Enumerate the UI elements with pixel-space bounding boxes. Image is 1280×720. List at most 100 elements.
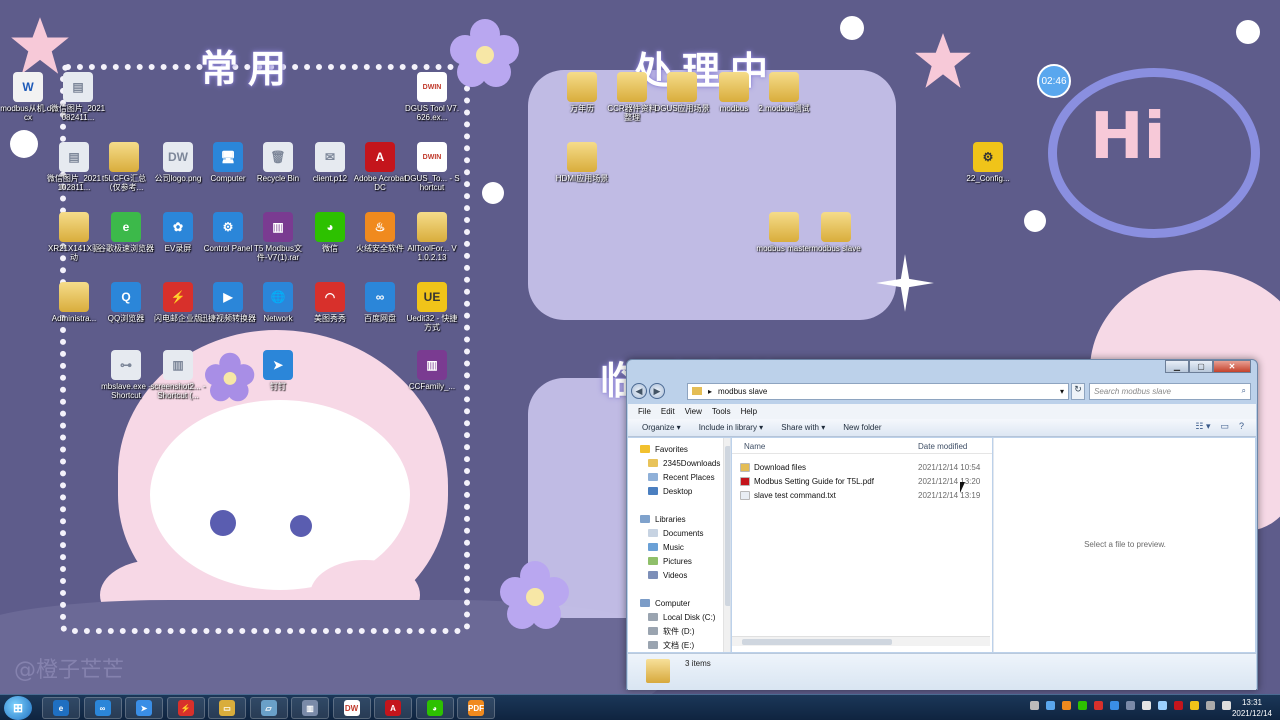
desktop-shortcut[interactable]: AllToolFor... V1.0.2.13 (404, 212, 460, 262)
taskbar-button[interactable]: ∞ (83, 697, 122, 719)
taskbar-button[interactable]: ➤ (125, 697, 163, 719)
tray-input-icon[interactable] (1174, 701, 1183, 710)
desktop-shortcut[interactable]: e 谷歌极速浏览器 (98, 212, 154, 253)
desktop-shortcut[interactable]: ➤ 钉钉 (250, 350, 306, 391)
nav-item[interactable]: Videos (628, 568, 730, 582)
nav-item[interactable]: 软件 (D:) (628, 624, 730, 638)
column-date-modified[interactable]: Date modified (918, 442, 967, 451)
view-options-icon[interactable]: ☷ ▾ (1195, 421, 1210, 432)
nav-scrollbar[interactable] (723, 438, 730, 652)
desktop-shortcut[interactable]: ⊶ mbslave.exe - Shortcut (98, 350, 154, 400)
nav-item[interactable]: Local Disk (C:) (628, 610, 730, 624)
refresh-button[interactable]: ↻ (1071, 382, 1085, 400)
desktop-shortcut[interactable]: 2.modbus测试 (756, 72, 812, 113)
tray-flag-icon[interactable] (1206, 701, 1215, 710)
minimize-button[interactable]: ▁ (1165, 360, 1189, 373)
nav-item[interactable]: Libraries (628, 512, 730, 526)
tray-arrow-icon[interactable] (1030, 701, 1039, 710)
preview-pane-icon[interactable]: ▭ (1220, 421, 1229, 432)
menu-file[interactable]: File (638, 407, 651, 416)
help-icon[interactable]: ? (1239, 421, 1244, 432)
desktop-shortcut[interactable]: HDMI应用场景 (554, 142, 610, 183)
desktop-shortcut[interactable]: 万年历 (554, 72, 610, 113)
taskbar-button[interactable]: ◕ (415, 697, 454, 719)
tray-wechat-icon[interactable] (1078, 701, 1087, 710)
tray-sound-icon[interactable] (1222, 701, 1231, 710)
desktop-shortcut[interactable]: ◕ 微信 (302, 212, 358, 253)
desktop-shortcut[interactable]: DW 公司logo.png (150, 142, 206, 183)
nav-item[interactable]: Computer (628, 596, 730, 610)
close-button[interactable]: ✕ (1213, 360, 1251, 373)
taskbar-button[interactable]: DW (332, 697, 371, 719)
desktop-shortcut[interactable]: ▤ 微信图片_2021082411... (50, 72, 106, 122)
maximize-button[interactable]: ▢ (1189, 360, 1213, 373)
tray-wifi-icon[interactable] (1158, 701, 1167, 710)
back-button[interactable]: ◀ (631, 383, 647, 399)
desktop-shortcut[interactable]: ◠ 美图秀秀 (302, 282, 358, 323)
desktop-shortcut[interactable]: ⚡ 闪电邮企业版 (150, 282, 206, 323)
nav-item[interactable]: Pictures (628, 554, 730, 568)
horizontal-scrollbar[interactable] (732, 636, 990, 646)
file-row[interactable]: slave test command.txt 2021/12/14 13:19 (740, 488, 990, 502)
tray-mail-icon[interactable] (1094, 701, 1103, 710)
address-bar[interactable]: ▸ modbus slave ▾ (687, 382, 1069, 400)
nav-item[interactable]: Music (628, 540, 730, 554)
tray-monitor-icon[interactable] (1126, 701, 1135, 710)
desktop-shortcut[interactable]: DWIN DGUS Tool V7.626.ex... (404, 72, 460, 122)
taskbar-clock[interactable]: 13:31 2021/12/14 (1232, 697, 1272, 719)
desktop-shortcut[interactable]: ⚙ Control Panel (200, 212, 256, 253)
search-input[interactable]: Search modbus slave (1094, 387, 1171, 396)
taskbar-button[interactable]: ▥ (291, 697, 329, 719)
desktop-shortcut[interactable]: UE Uedit32 - 快捷方式 (404, 282, 460, 332)
desktop-shortcut[interactable]: t5LCFG汇总（仅参考... (96, 142, 152, 192)
desktop-shortcut[interactable]: ▥ screenshot2... - Shortcut (... (150, 350, 206, 400)
desktop-shortcut[interactable]: ▥ T5 Modbus文件-V7(1).rar (250, 212, 306, 262)
desktop-shortcut[interactable]: modbus (706, 72, 762, 113)
desktop-shortcut[interactable]: ▤ 微信图片_2021102811... (46, 142, 102, 192)
desktop-shortcut[interactable]: 🖥 Computer (200, 142, 256, 183)
desktop-shortcut[interactable]: Wmodbus从机.docx (0, 72, 56, 122)
menu-view[interactable]: View (685, 407, 702, 416)
desktop-shortcut[interactable]: ✿ EV录屏 (150, 212, 206, 253)
desktop-shortcut[interactable]: 🗑 Recycle Bin (250, 142, 306, 183)
forward-button[interactable]: ▶ (649, 383, 665, 399)
include-in-library-button[interactable]: Include in library ▾ (699, 423, 764, 432)
floating-clock-bubble[interactable]: 02:46 (1037, 64, 1071, 98)
nav-scrollbar-thumb[interactable] (725, 446, 730, 606)
search-icon[interactable]: ⌕ (1242, 386, 1246, 396)
file-row[interactable]: Modbus Setting Guide for T5L.pdf 2021/12/… (740, 474, 990, 488)
taskbar-button[interactable]: PDF (457, 697, 495, 719)
desktop-shortcut[interactable]: A Adobe Acrobat DC (352, 142, 408, 192)
nav-item[interactable]: Recent Places (628, 470, 730, 484)
nav-item[interactable]: 2345Downloads (628, 456, 730, 470)
search-box[interactable]: Search modbus slave ⌕ (1089, 382, 1251, 400)
column-name[interactable]: Name (744, 442, 765, 451)
taskbar-button[interactable]: e (42, 697, 80, 719)
desktop-shortcut[interactable]: ▶ 迅捷视频转换器 (200, 282, 256, 323)
desktop-shortcut[interactable]: Administra... (46, 282, 102, 323)
tray-security-icon[interactable] (1062, 701, 1071, 710)
desktop-shortcut[interactable]: ▥ CCFamily_... (404, 350, 460, 391)
desktop-shortcut[interactable]: CCR器件资料整理 (604, 72, 660, 122)
file-row[interactable]: Download files 2021/12/14 10:54 (740, 460, 990, 474)
nav-item[interactable]: Favorites (628, 442, 730, 456)
desktop-shortcut[interactable]: ♨ 火绒安全软件 (352, 212, 408, 253)
desktop-shortcut[interactable]: ✉ client.p12 (302, 142, 358, 183)
desktop-shortcut[interactable]: XR21X141X驱动 (46, 212, 102, 262)
desktop-shortcut[interactable]: ∞ 百度网盘 (352, 282, 408, 323)
tray-ime-icon[interactable] (1190, 701, 1199, 710)
chevron-down-icon[interactable]: ▾ (1060, 387, 1064, 396)
breadcrumb-current[interactable]: modbus slave (718, 387, 767, 396)
taskbar-button[interactable]: ▱ (249, 697, 288, 719)
nav-item[interactable]: 文档 (E:) (628, 638, 730, 652)
desktop-shortcut[interactable]: modbus slave (808, 212, 864, 253)
taskbar-button[interactable]: ⚡ (166, 697, 205, 719)
desktop-shortcut[interactable]: Q QQ浏览器 (98, 282, 154, 323)
desktop-shortcut[interactable]: DGUS应用场景 (654, 72, 710, 113)
desktop-shortcut[interactable]: ⚙ 22_Config... (960, 142, 1016, 183)
horizontal-scrollbar-thumb[interactable] (742, 639, 892, 645)
desktop-shortcut[interactable]: 🌐 Network (250, 282, 306, 323)
desktop-shortcut[interactable]: DWIN DGUS_To... - Shortcut (404, 142, 460, 192)
nav-item[interactable]: Documents (628, 526, 730, 540)
start-button[interactable]: ⊞ (4, 696, 32, 720)
